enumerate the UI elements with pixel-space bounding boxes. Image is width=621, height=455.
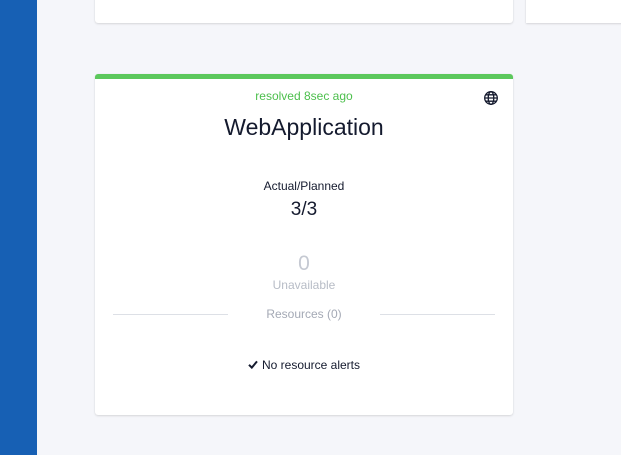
unavailable-count: 0 [298,252,310,275]
divider-right [380,314,495,315]
app-title[interactable]: WebApplication [95,114,513,141]
application-card[interactable]: resolved 8sec ago WebApplication Actual/… [95,74,513,415]
resource-alerts: No resource alerts [95,358,513,372]
actual-planned-label: Actual/Planned [263,179,345,193]
actual-planned-value: 3/3 [290,199,318,220]
card-above-right[interactable] [526,0,621,23]
card-above-left[interactable] [95,0,513,23]
globe-icon [483,90,499,106]
status-bar [95,74,513,79]
checkmark-icon [248,360,258,372]
sidebar [0,0,37,455]
unavailable-label: Unavailable [272,278,336,292]
alerts-text: No resource alerts [261,358,361,372]
resolved-status: resolved 8sec ago [255,89,353,103]
